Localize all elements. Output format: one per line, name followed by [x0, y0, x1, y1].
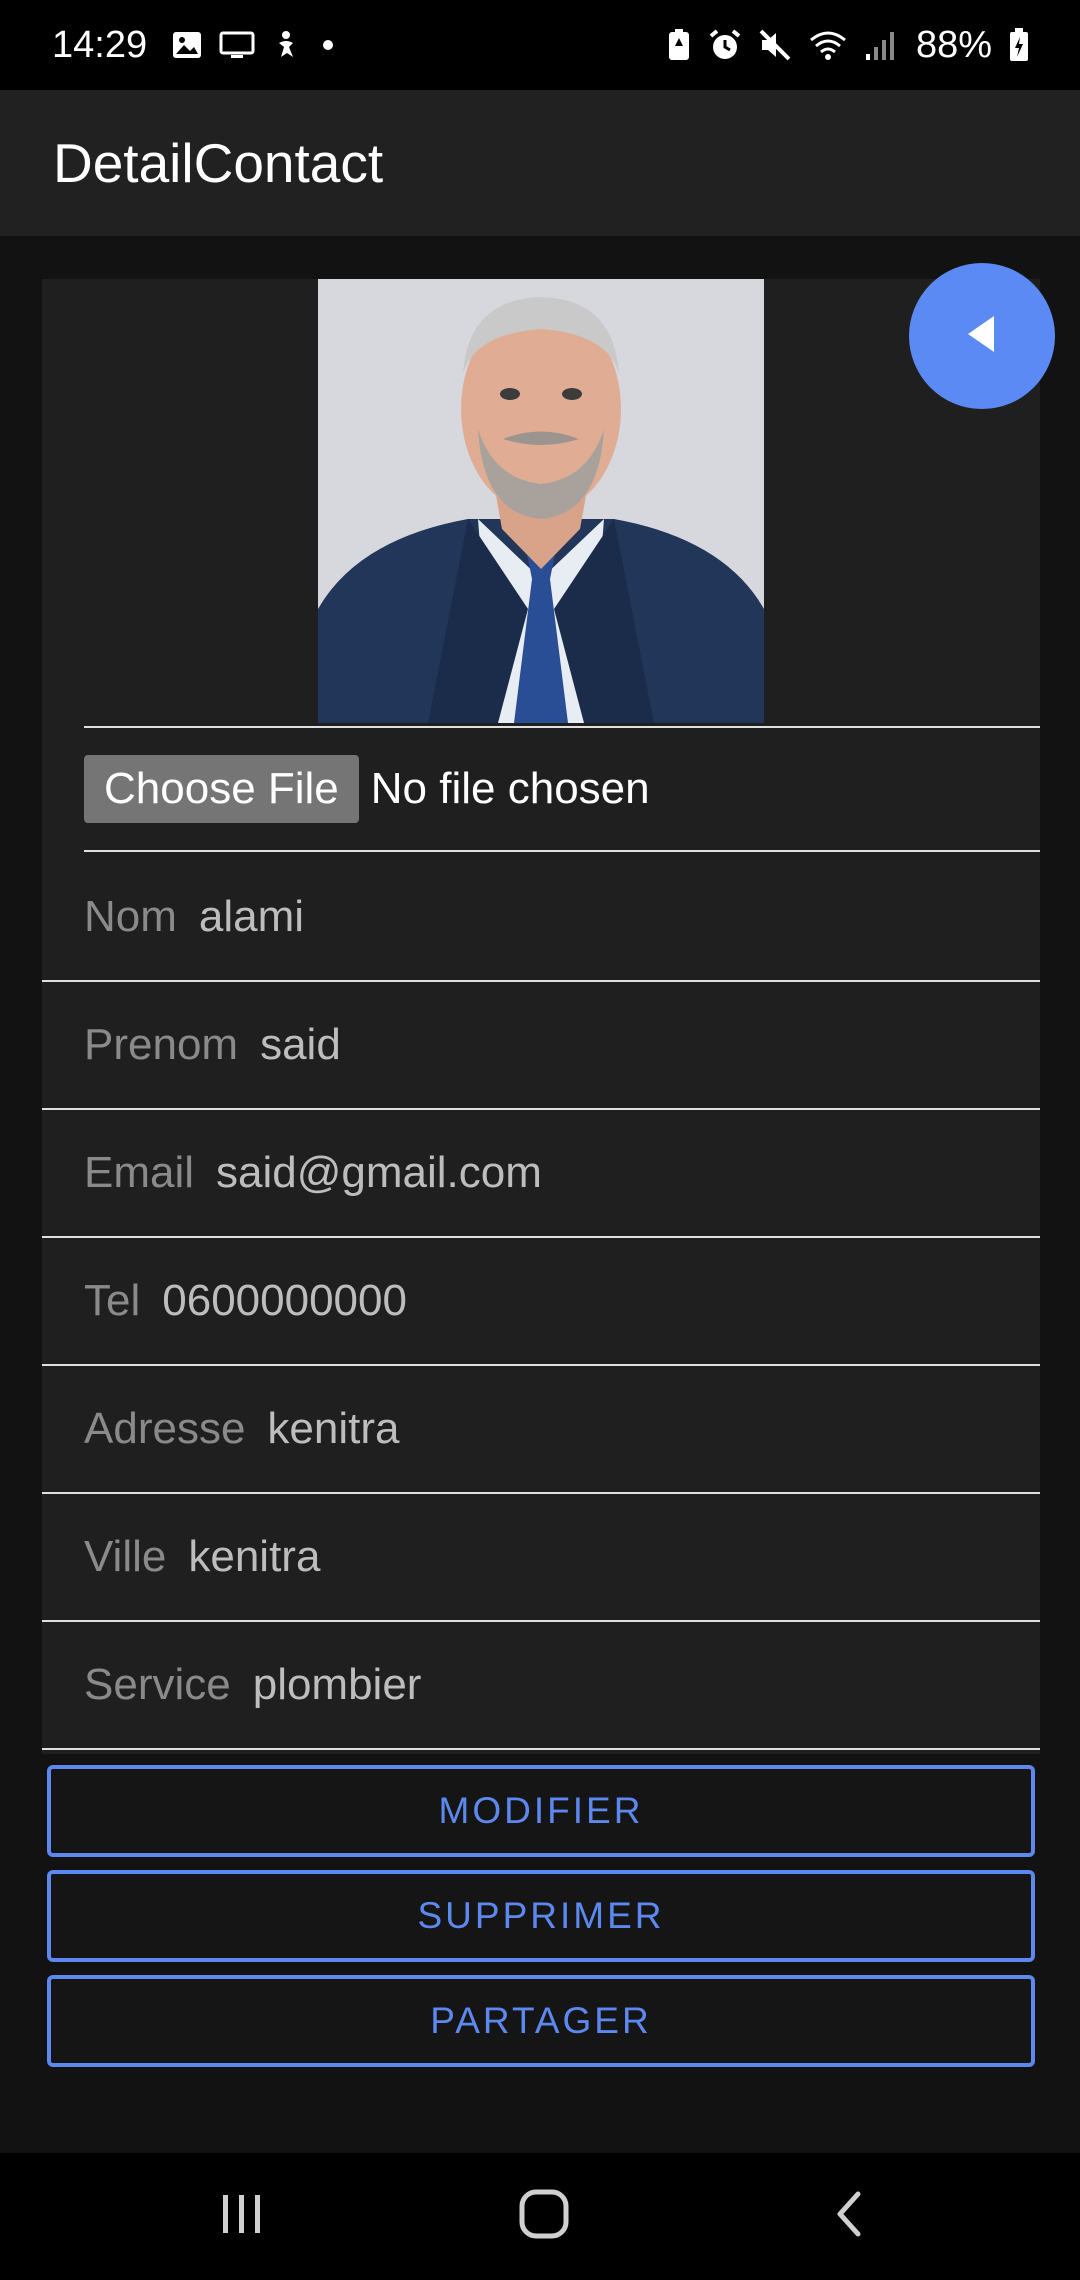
modify-button[interactable]: MODIFIER: [47, 1765, 1035, 1857]
contact-card: Choose File No file chosen Nom alami Pre…: [42, 279, 1040, 1754]
recents-icon: [217, 2191, 267, 2242]
wifi-icon: [808, 28, 848, 62]
alarm-icon: [708, 28, 742, 62]
system-nav-bar: [0, 2153, 1080, 2280]
contact-photo: [318, 279, 764, 723]
field-prenom[interactable]: Prenom said: [42, 982, 1040, 1110]
field-email[interactable]: Email said@gmail.com: [42, 1110, 1040, 1238]
screen: 14:29 88% DetailContact Choose File No f…: [0, 0, 1080, 2280]
field-value: said: [260, 1020, 341, 1069]
delete-button[interactable]: SUPPRIMER: [47, 1870, 1035, 1962]
battery-saver-icon: [666, 28, 692, 62]
field-tel[interactable]: Tel 0600000000: [42, 1238, 1040, 1366]
file-picker: Choose File No file chosen: [84, 726, 1040, 852]
field-value: 0600000000: [162, 1276, 407, 1325]
mute-icon: [758, 28, 792, 62]
field-label: Service: [84, 1660, 231, 1709]
field-value: kenitra: [188, 1532, 321, 1581]
field-service[interactable]: Service plombier: [42, 1622, 1040, 1750]
field-ville[interactable]: Ville kenitra: [42, 1494, 1040, 1622]
back-arrow-icon: [962, 312, 1002, 361]
field-nom[interactable]: Nom alami: [42, 854, 1040, 982]
battery-charging-icon: [1008, 27, 1030, 63]
field-value: kenitra: [267, 1404, 400, 1453]
signal-icon: [864, 28, 896, 62]
field-label: Tel: [84, 1276, 141, 1325]
screen-cast-icon: [219, 29, 255, 61]
status-bar-left: 14:29: [52, 23, 334, 67]
app-bar: DetailContact: [0, 90, 1080, 236]
notification-dot-icon: [323, 40, 334, 50]
page-title: DetailContact: [53, 132, 384, 194]
status-time: 14:29: [52, 23, 148, 66]
field-value: said@gmail.com: [216, 1148, 542, 1197]
status-bar-right: 88%: [666, 24, 1030, 67]
recents-button[interactable]: [162, 2153, 322, 2280]
field-label: Nom: [84, 892, 177, 941]
back-button[interactable]: [768, 2153, 928, 2280]
field-label: Email: [84, 1148, 195, 1197]
battery-percentage: 88%: [915, 23, 992, 66]
status-bar: 14:29 88%: [0, 0, 1080, 90]
home-button[interactable]: [464, 2153, 624, 2280]
gallery-icon: [171, 29, 203, 61]
share-button[interactable]: PARTAGER: [47, 1975, 1035, 2067]
home-icon: [518, 2188, 570, 2245]
field-adresse[interactable]: Adresse kenitra: [42, 1366, 1040, 1494]
field-label: Ville: [84, 1532, 167, 1581]
back-fab-button[interactable]: [909, 263, 1055, 409]
field-value: plombier: [252, 1660, 422, 1709]
file-status-text: No file chosen: [370, 764, 650, 813]
field-label: Adresse: [84, 1404, 246, 1453]
field-label: Prenom: [84, 1020, 239, 1069]
field-value: alami: [198, 892, 305, 941]
back-icon: [828, 2188, 868, 2245]
accessibility-icon: [271, 29, 301, 61]
choose-file-button[interactable]: Choose File: [84, 755, 359, 823]
